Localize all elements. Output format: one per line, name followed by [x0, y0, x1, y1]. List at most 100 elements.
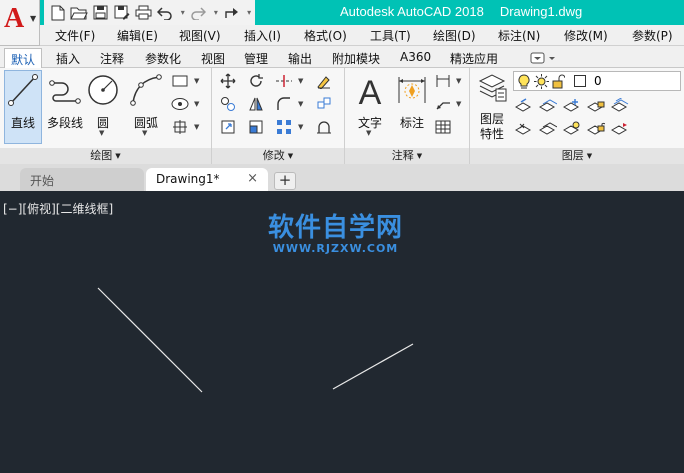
redo-dropdown-icon[interactable]: ▾	[210, 8, 222, 17]
tab-insert[interactable]: 插入	[50, 48, 86, 68]
trim-icon[interactable]	[274, 72, 294, 90]
modify-panel-title-text: 修改	[262, 149, 285, 162]
menu-dimension[interactable]: 标注(N)	[498, 27, 540, 44]
modify-panel-title[interactable]: 修改 ▼	[212, 148, 344, 164]
gradient-icon[interactable]	[170, 118, 190, 136]
drawn-line-1[interactable]	[97, 287, 203, 393]
copy-icon[interactable]	[218, 95, 238, 113]
annotation-panel-title[interactable]: 注释 ▼	[345, 148, 469, 164]
layer-dropdown[interactable]: 0	[513, 71, 681, 91]
menu-tools[interactable]: 工具(T)	[370, 27, 411, 44]
layer-unlock-icon[interactable]	[586, 119, 606, 137]
hatch-icon[interactable]	[170, 95, 190, 113]
tab-annotate[interactable]: 注释	[94, 48, 130, 68]
layer-unisolate-icon[interactable]	[538, 119, 558, 137]
array-icon[interactable]	[274, 118, 294, 136]
menu-parametric[interactable]: 参数(P)	[632, 27, 673, 44]
menu-file[interactable]: 文件(F)	[55, 27, 95, 44]
line-button[interactable]: 直线	[4, 70, 42, 144]
stretch-icon[interactable]	[218, 118, 238, 136]
draw-panel: 直线 多段线 圆 ▼ 圆弧 ▼ ▼ ▼ ▼ 绘图 ▼	[0, 68, 212, 164]
tab-a360[interactable]: A360	[394, 48, 437, 68]
chevron-down-icon[interactable]: ▼	[456, 77, 461, 85]
rotate-icon[interactable]	[246, 72, 266, 90]
rectangle-icon[interactable]	[170, 72, 190, 90]
fillet-icon[interactable]	[274, 95, 294, 113]
ribbon-minimize-button[interactable]	[524, 50, 562, 70]
tab-addins[interactable]: 附加模块	[326, 48, 386, 68]
layer-off-icon[interactable]	[514, 96, 534, 114]
chevron-down-icon[interactable]: ▼	[194, 100, 199, 108]
leader-icon[interactable]	[433, 95, 453, 113]
app-title: Autodesk AutoCAD 2018	[340, 4, 484, 19]
menu-edit[interactable]: 编辑(E)	[117, 27, 158, 44]
menu-format[interactable]: 格式(O)	[304, 27, 347, 44]
menu-bar: 文件(F) 编辑(E) 视图(V) 插入(I) 格式(O) 工具(T) 绘图(D…	[40, 25, 684, 46]
chevron-down-icon[interactable]: ▼	[298, 77, 303, 85]
circle-button[interactable]: 圆 ▼	[86, 71, 120, 143]
explode-icon[interactable]	[314, 95, 334, 113]
layer-thaw-icon[interactable]	[562, 119, 582, 137]
linear-dimension-icon[interactable]	[433, 72, 453, 90]
drawing-canvas[interactable]: [−][俯视][二维线框] 软件自学网 WWW.RJZXW.COM	[0, 191, 684, 473]
erase-icon[interactable]	[314, 72, 334, 90]
layer-on-icon[interactable]	[514, 119, 534, 137]
arc-button[interactable]: 圆弧 ▼	[126, 71, 166, 143]
tab-featured-apps[interactable]: 精选应用	[444, 48, 504, 68]
menu-draw[interactable]: 绘图(D)	[433, 27, 476, 44]
chevron-down-icon[interactable]: ▼	[456, 100, 461, 108]
tab-home[interactable]: 默认	[4, 48, 43, 68]
layer-lock-icon[interactable]	[586, 96, 606, 114]
chevron-down-icon[interactable]: ▼	[194, 123, 199, 131]
tab-output[interactable]: 输出	[282, 48, 318, 68]
layer-properties-button[interactable]: 图层 特性	[474, 71, 510, 143]
chevron-down-icon[interactable]: ▼	[194, 77, 199, 85]
tab-manage[interactable]: 管理	[238, 48, 274, 68]
tab-start[interactable]: 开始	[20, 168, 144, 191]
mirror-icon[interactable]	[246, 95, 266, 113]
viewport-controls-label[interactable]: [−][俯视][二维线框]	[3, 200, 113, 217]
layer-match-icon[interactable]	[610, 96, 630, 114]
tab-drawing1[interactable]: Drawing1* ×	[146, 168, 268, 191]
layer-freeze-icon[interactable]	[562, 96, 582, 114]
chevron-down-icon[interactable]: ▼	[298, 123, 303, 131]
move-icon[interactable]	[218, 72, 238, 90]
application-menu-button[interactable]: A ▼	[0, 0, 40, 46]
polyline-icon	[49, 80, 81, 104]
saveas-icon[interactable]	[112, 3, 131, 23]
table-icon[interactable]	[433, 118, 453, 136]
offset-icon[interactable]	[314, 118, 334, 136]
drawn-line-2[interactable]	[332, 343, 414, 390]
menu-view[interactable]: 视图(V)	[179, 27, 221, 44]
layers-panel-title[interactable]: 图层 ▼	[470, 148, 684, 164]
chevron-down-icon: ▼	[366, 129, 372, 137]
undo-dropdown-icon[interactable]: ▾	[177, 8, 189, 17]
close-icon[interactable]: ×	[247, 171, 258, 186]
undo-icon[interactable]	[155, 3, 174, 23]
polyline-button[interactable]: 多段线	[44, 71, 86, 143]
dimension-label: 标注	[399, 116, 424, 130]
current-layer-name: 0	[594, 74, 602, 88]
new-tab-button[interactable]: +	[274, 172, 296, 190]
draw-panel-title[interactable]: 绘图 ▼	[0, 148, 211, 164]
chevron-down-icon[interactable]: ▼	[298, 100, 303, 108]
layer-copy-icon[interactable]	[610, 119, 630, 137]
new-icon[interactable]	[48, 3, 67, 23]
menu-modify[interactable]: 修改(M)	[564, 27, 608, 44]
customize-qat-icon[interactable]: ▾	[243, 8, 255, 17]
dimension-button[interactable]: 标注	[393, 71, 431, 143]
text-button[interactable]: A 文字 ▼	[351, 71, 389, 143]
layer-properties-icon	[478, 74, 507, 102]
open-icon[interactable]	[69, 3, 89, 23]
save-icon[interactable]	[91, 3, 110, 23]
layers-panel-title-text: 图层	[561, 149, 584, 162]
scale-icon[interactable]	[246, 118, 266, 136]
menu-insert[interactable]: 插入(I)	[244, 27, 281, 44]
document-title: Drawing1.dwg	[499, 4, 583, 19]
redo-icon[interactable]	[189, 3, 208, 23]
tab-view[interactable]: 视图	[195, 48, 231, 68]
layer-isolate-icon[interactable]	[538, 96, 558, 114]
share-icon[interactable]	[222, 3, 241, 23]
print-icon[interactable]	[134, 3, 153, 23]
tab-parametric[interactable]: 参数化	[139, 48, 187, 68]
